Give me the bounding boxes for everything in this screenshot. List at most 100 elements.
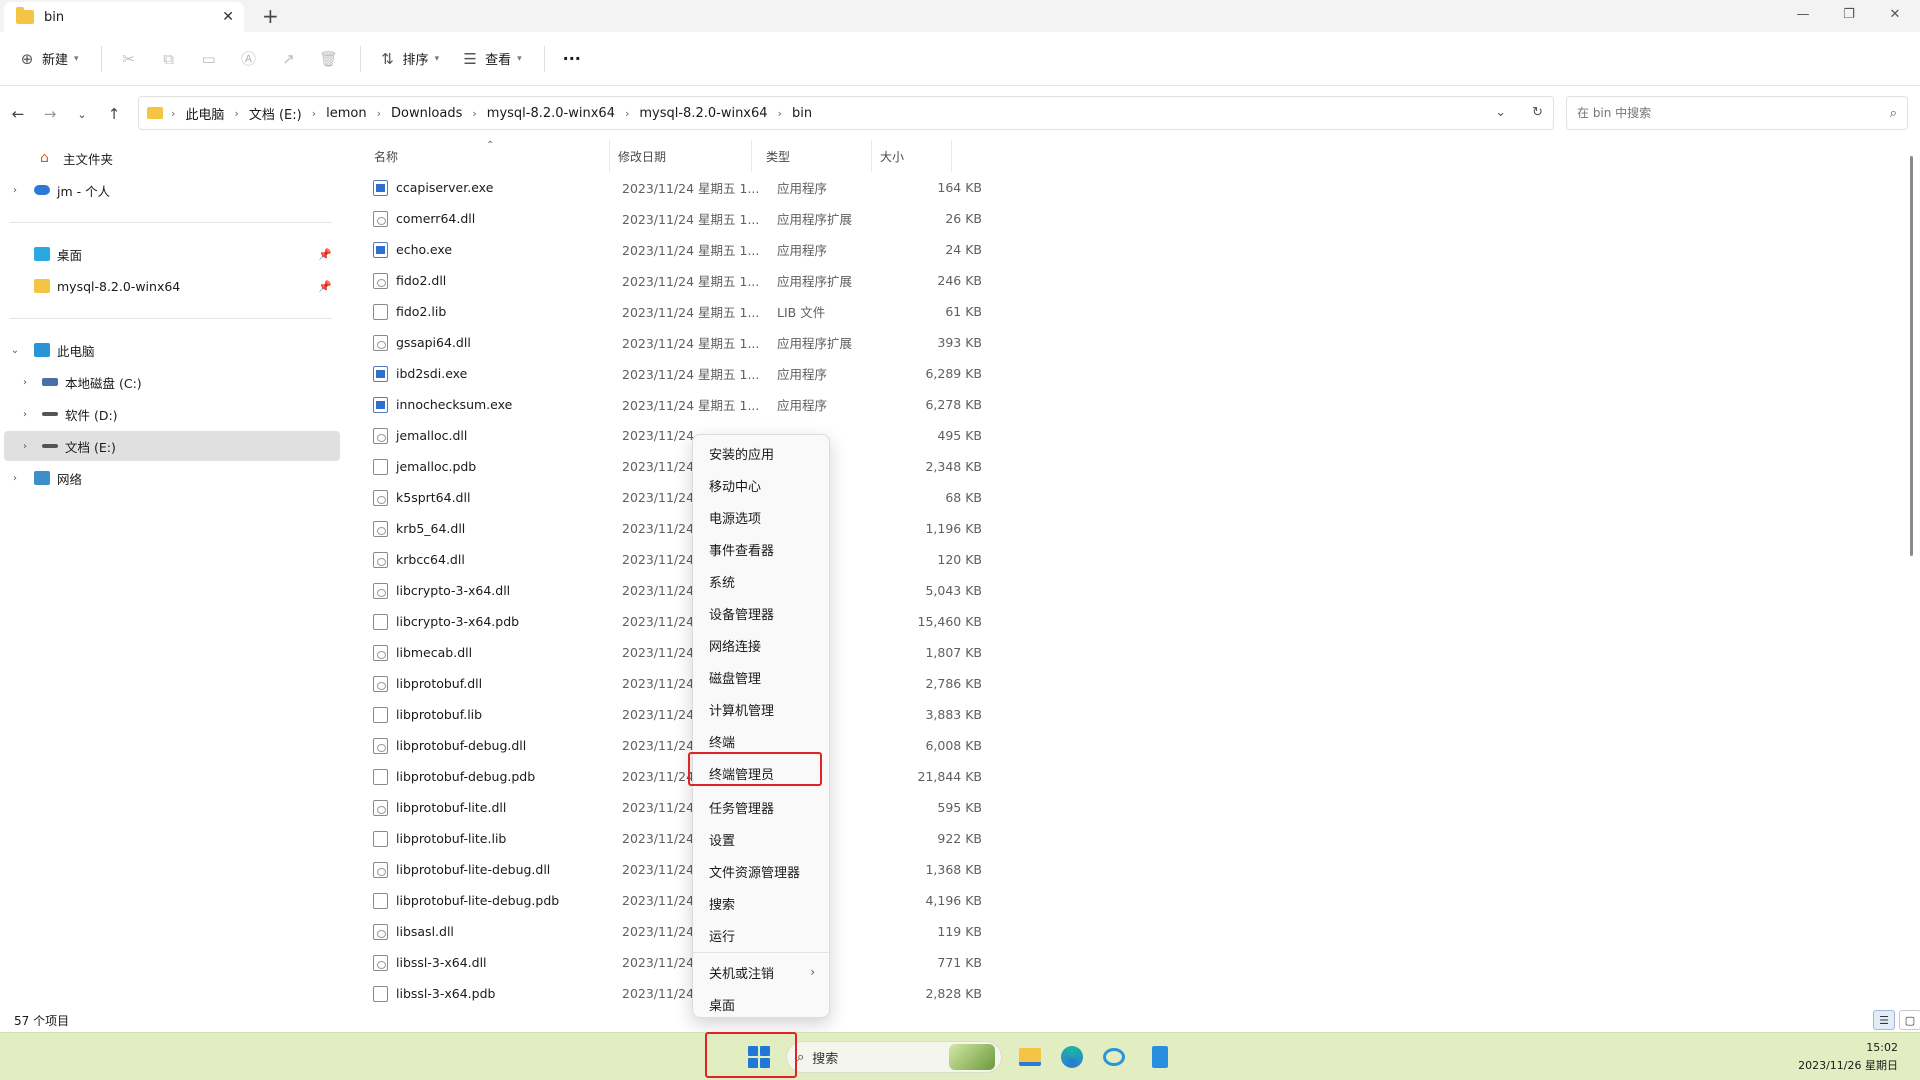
sidebar-item-home[interactable]: ⌂ 主文件夹 <box>0 143 340 173</box>
chevron-right-icon[interactable]: › <box>8 185 22 196</box>
breadcrumb-drive-e[interactable]: 文档 (E:) <box>249 104 302 123</box>
file-row[interactable]: libprotobuf-lite.dll2023/11/24展595 KB <box>362 792 1312 823</box>
notepad-icon[interactable] <box>1146 1043 1174 1071</box>
menu-item[interactable]: 磁盘管理 <box>693 661 831 693</box>
chevron-right-icon[interactable]: › <box>18 377 32 388</box>
menu-item[interactable]: 运行 <box>693 919 831 951</box>
column-header-date[interactable]: 修改日期 <box>610 140 752 172</box>
menu-item[interactable]: 计算机管理 <box>693 693 831 725</box>
file-row[interactable]: libprotobuf-lite-debug.dll2023/11/24展1,3… <box>362 854 1312 885</box>
file-row[interactable]: libprotobuf.dll2023/11/24展2,786 KB <box>362 668 1312 699</box>
system-clock[interactable]: 15:02 2023/11/26 星期日 <box>1798 1039 1898 1075</box>
chevron-down-icon[interactable]: ⌄ <box>1495 105 1506 120</box>
chevron-right-icon[interactable]: › <box>8 473 22 484</box>
menu-item[interactable]: 文件资源管理器 <box>693 855 831 887</box>
menu-item[interactable]: 移动中心 <box>693 469 831 501</box>
file-row[interactable]: libprotobuf-debug.dll2023/11/24展6,008 KB <box>362 730 1312 761</box>
details-view-icon[interactable]: ☰ <box>1873 1010 1895 1030</box>
breadcrumb-bin[interactable]: bin <box>792 106 812 121</box>
search-icon[interactable]: ⌕ <box>1890 106 1897 121</box>
file-row[interactable]: gssapi64.dll 2023/11/24 星期五 1... 应用程序扩展 393… <box>362 327 1312 358</box>
breadcrumb-lemon[interactable]: lemon <box>326 106 366 121</box>
file-row[interactable]: comerr64.dll 2023/11/24 星期五 1... 应用程序扩展 26 … <box>362 203 1312 234</box>
menu-item[interactable]: 电源选项 <box>693 501 831 533</box>
menu-item[interactable]: 设置 <box>693 823 831 855</box>
file-row[interactable]: k5sprt64.dll2023/11/24展68 KB <box>362 482 1312 513</box>
file-row[interactable]: libmecab.dll 2023/11/24 1,807 KB <box>362 637 1312 668</box>
close-window-button[interactable]: ✕ <box>1872 0 1918 28</box>
refresh-icon[interactable]: ↻ <box>1532 105 1543 120</box>
chevron-right-icon[interactable]: › <box>18 441 32 452</box>
breadcrumb-mysql-1[interactable]: mysql-8.2.0-winx64 <box>487 106 615 121</box>
column-header-name[interactable]: 名称 ⌃ <box>352 140 610 172</box>
up-button[interactable]: ↑ <box>100 100 128 128</box>
file-row[interactable]: libprotobuf-lite-debug.pdb 2023/11/24 4,19… <box>362 885 1312 916</box>
menu-item[interactable]: 安装的应用 <box>693 437 831 469</box>
sidebar-item-desktop[interactable]: 桌面 📌 <box>0 239 340 269</box>
chevron-down-icon[interactable]: ⌄ <box>8 345 22 356</box>
menu-item[interactable]: 关机或注销 › <box>693 956 831 988</box>
file-explorer-icon[interactable] <box>1016 1043 1044 1071</box>
menu-item[interactable]: 事件查看器 <box>693 533 831 565</box>
sidebar-item-mysql[interactable]: mysql-8.2.0-winx64 📌 <box>0 271 340 301</box>
copy-button[interactable]: ⧉ <box>160 50 178 68</box>
address-bar[interactable]: › 此电脑 › 文档 (E:) › lemon › Downloads › my… <box>138 96 1554 130</box>
file-row[interactable]: fido2.dll 2023/11/24 星期五 1... 应用程序扩展 246 KB <box>362 265 1312 296</box>
breadcrumb-downloads[interactable]: Downloads <box>391 106 462 121</box>
search-box[interactable]: ⌕ <box>1566 96 1908 130</box>
file-row[interactable]: libcrypto-3-x64.dll2023/11/24展5,043 KB <box>362 575 1312 606</box>
view-button[interactable]: ☰ 查看 ▾ <box>461 49 521 69</box>
file-row[interactable]: krbcc64.dll2023/11/24展120 KB <box>362 544 1312 575</box>
restore-button[interactable]: ❐ <box>1826 0 1872 28</box>
file-row[interactable]: libssl-3-x64.pdb 2023/11/24 2,828 KB <box>362 978 1312 1009</box>
file-row[interactable]: ibd2sdi.exe 2023/11/24 星期五 1... 应用程序 6,289 … <box>362 358 1312 389</box>
share-button[interactable]: ↗ <box>280 50 298 68</box>
menu-item[interactable]: 任务管理器 <box>693 791 831 823</box>
breadcrumb-this-pc[interactable]: 此电脑 <box>185 104 224 123</box>
file-row[interactable]: jemalloc.dll 2023/11/24 495 KB <box>362 420 1312 451</box>
recent-button[interactable]: ⌄ <box>68 100 96 128</box>
sort-button[interactable]: ⇅ 排序 ▾ <box>379 49 439 69</box>
edge-icon[interactable] <box>1058 1043 1086 1071</box>
search-input[interactable] <box>1577 106 1857 120</box>
tab-bin[interactable]: bin ✕ <box>4 2 244 32</box>
sidebar-item-cloud[interactable]: › jm - 个人 <box>0 175 340 205</box>
forward-button[interactable]: → <box>36 100 64 128</box>
chat-icon[interactable] <box>1100 1043 1128 1071</box>
sidebar-item-drive-e[interactable]: › 文档 (E:) <box>4 431 340 461</box>
file-row[interactable]: ccapiserver.exe 2023/11/24 星期五 1... 应用程序 16… <box>362 172 1312 203</box>
file-row[interactable]: libcrypto-3-x64.pdb 2023/11/24 15,460 KB <box>362 606 1312 637</box>
file-row[interactable]: jemalloc.pdb 2023/11/24 2,348 KB <box>362 451 1312 482</box>
pin-icon[interactable]: 📌 <box>318 280 332 293</box>
cut-button[interactable]: ✂ <box>120 50 138 68</box>
file-row[interactable]: libsasl.dll2023/11/24展119 KB <box>362 916 1312 947</box>
new-button[interactable]: ⊕ 新建 ▾ <box>18 49 79 69</box>
paste-button[interactable]: ▭ <box>200 50 218 68</box>
menu-item[interactable]: 设备管理器 <box>693 597 831 629</box>
file-row[interactable]: libprotobuf.lib 2023/11/24 3,883 KB <box>362 699 1312 730</box>
more-button[interactable]: ··· <box>563 49 581 68</box>
file-row[interactable]: fido2.lib 2023/11/24 星期五 1... LIB 文件 61 KB <box>362 296 1312 327</box>
column-header-type[interactable]: 类型 <box>752 140 872 172</box>
chevron-right-icon[interactable]: › <box>18 409 32 420</box>
file-row[interactable]: libprotobuf-debug.pdb 2023/11/24 21,844 KB <box>362 761 1312 792</box>
breadcrumb-mysql-2[interactable]: mysql-8.2.0-winx64 <box>639 106 767 121</box>
file-row[interactable]: libprotobuf-lite.lib 2023/11/24 922 KB <box>362 823 1312 854</box>
pin-icon[interactable]: 📌 <box>318 248 332 261</box>
menu-item[interactable]: 桌面 <box>693 988 831 1020</box>
column-header-size[interactable]: 大小 <box>872 140 952 172</box>
minimize-button[interactable]: — <box>1780 0 1826 28</box>
file-row[interactable]: krb5_64.dll2023/11/24展1,196 KB <box>362 513 1312 544</box>
menu-item[interactable]: 网络连接 <box>693 629 831 661</box>
sidebar-item-drive-c[interactable]: › 本地磁盘 (C:) <box>0 367 340 397</box>
file-row[interactable]: innochecksum.exe 2023/11/24 星期五 1... 应用程序 6… <box>362 389 1312 420</box>
taskbar-search[interactable]: ⌕ 搜索 <box>786 1041 1002 1073</box>
close-tab-icon[interactable]: ✕ <box>222 9 234 25</box>
file-row[interactable]: libssl-3-x64.dll2023/11/24展771 KB <box>362 947 1312 978</box>
new-tab-button[interactable]: + <box>262 4 279 28</box>
sidebar-item-network[interactable]: › 网络 <box>0 463 340 493</box>
menu-item[interactable]: 搜索 <box>693 887 831 919</box>
tiles-view-icon[interactable]: ▢ <box>1899 1010 1920 1030</box>
rename-button[interactable]: Ⓐ <box>240 50 258 68</box>
sidebar-item-this-pc[interactable]: ⌄ 此电脑 <box>0 335 340 365</box>
